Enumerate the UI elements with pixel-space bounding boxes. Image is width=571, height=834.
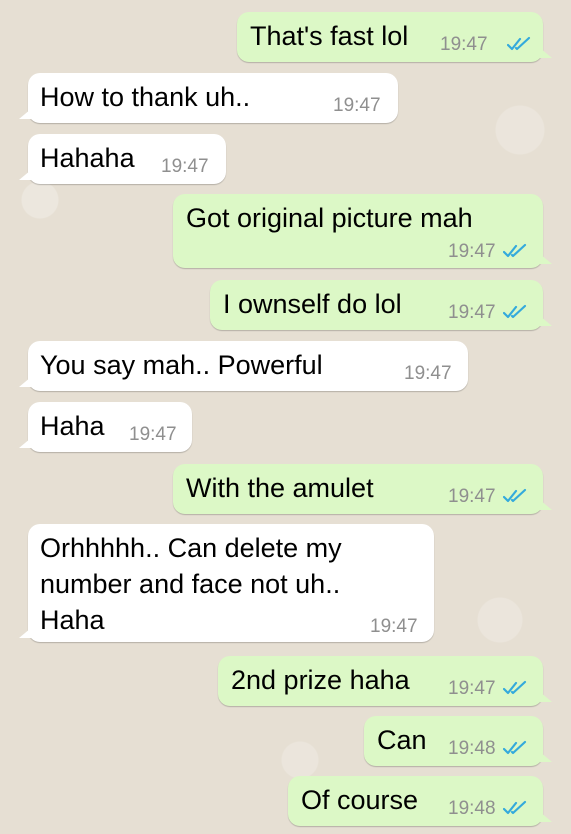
message-text-line: number and face not uh..	[40, 569, 341, 599]
message-incoming[interactable]: Hahaha 19:47	[19, 134, 226, 184]
message-text: That's fast lol	[250, 21, 409, 51]
message-outgoing[interactable]: Got original picture mah 19:47	[173, 194, 552, 268]
message-text: I ownself do lol	[223, 289, 402, 319]
message-text: Hahaha	[40, 143, 135, 173]
chat-conversation: That's fast lol 19:47 How to thank uh.. …	[0, 0, 571, 834]
message-time: 19:47	[448, 678, 496, 699]
message-text: 2nd prize haha	[231, 665, 410, 695]
message-text: How to thank uh..	[40, 82, 251, 112]
message-time: 19:48	[448, 738, 496, 759]
message-incoming[interactable]: Haha 19:47	[19, 402, 192, 452]
message-outgoing[interactable]: Of course 19:48	[288, 776, 552, 826]
message-text: With the amulet	[186, 473, 374, 503]
read-receipt-icon	[507, 36, 531, 51]
message-outgoing[interactable]: That's fast lol 19:47	[237, 12, 552, 62]
read-receipt-icon	[503, 243, 527, 258]
message-time: 19:47	[404, 363, 452, 384]
message-incoming[interactable]: How to thank uh.. 19:47	[19, 73, 398, 123]
message-text: Haha	[40, 411, 105, 441]
read-receipt-icon	[503, 488, 527, 503]
message-outgoing[interactable]: I ownself do lol 19:47	[210, 280, 552, 330]
message-time: 19:47	[448, 302, 496, 323]
message-time: 19:47	[370, 616, 418, 637]
message-text-line: Orhhhhh.. Can delete my	[40, 533, 342, 563]
message-time: 19:47	[333, 95, 381, 116]
message-text: Can	[377, 725, 427, 755]
read-receipt-icon	[503, 304, 527, 319]
message-incoming[interactable]: Orhhhhh.. Can delete my number and face …	[19, 524, 434, 642]
message-time: 19:48	[448, 798, 496, 819]
message-text: Of course	[301, 785, 419, 815]
read-receipt-icon	[503, 740, 527, 755]
message-time: 19:47	[129, 424, 177, 445]
message-outgoing[interactable]: Can 19:48	[364, 716, 552, 766]
message-incoming[interactable]: You say mah.. Powerful 19:47	[19, 341, 468, 391]
message-text-line: Haha	[40, 605, 105, 635]
message-text: You say mah.. Powerful	[40, 350, 323, 380]
message-time: 19:47	[161, 156, 209, 177]
read-receipt-icon	[503, 680, 527, 695]
message-time: 19:47	[448, 486, 496, 507]
read-receipt-icon	[503, 800, 527, 815]
message-time: 19:47	[448, 241, 496, 262]
message-outgoing[interactable]: With the amulet 19:47	[173, 464, 552, 514]
message-outgoing[interactable]: 2nd prize haha 19:47	[218, 656, 552, 706]
message-time: 19:47	[440, 34, 488, 55]
message-text: Got original picture mah	[186, 203, 473, 233]
